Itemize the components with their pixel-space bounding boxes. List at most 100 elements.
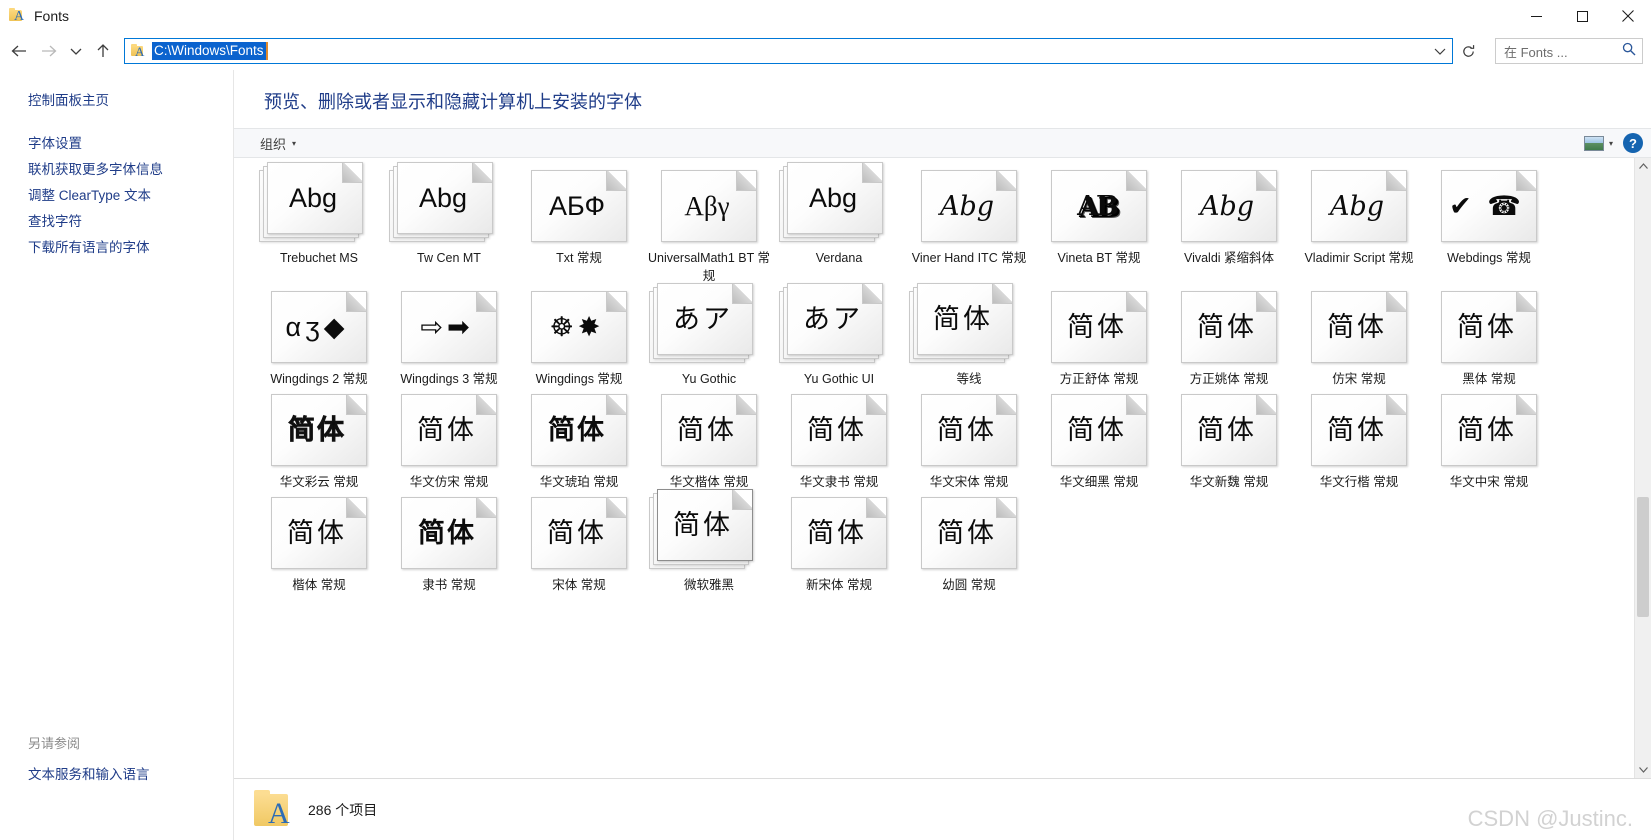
font-tile[interactable]: AB Vineta BT 常规 (1034, 164, 1164, 285)
address-path-text[interactable]: C:\Windows\Fonts (152, 42, 268, 60)
font-tile[interactable]: あア Yu Gothic (644, 283, 774, 388)
font-tile[interactable]: 简体 华文宋体 常规 (904, 388, 1034, 491)
font-tile[interactable]: 简体 新宋体 常规 (774, 491, 904, 594)
help-button[interactable]: ? (1623, 133, 1643, 153)
font-tile[interactable]: ✔ ☎ Webdings 常规 (1424, 164, 1554, 285)
font-sheet: 简体 (921, 497, 1017, 569)
font-tile[interactable]: Abg Trebuchet MS (254, 162, 384, 285)
font-tile[interactable]: Abg Vivaldi 紧缩斜体 (1164, 164, 1294, 285)
font-tile[interactable]: 简体 华文琥珀 常规 (514, 388, 644, 491)
font-preview-glyph: 简体 (1197, 414, 1257, 446)
change-view-button[interactable] (1581, 132, 1607, 154)
font-name-label: Vivaldi 紧缩斜体 (1183, 251, 1275, 265)
minimize-button[interactable] (1513, 0, 1559, 32)
font-sheet: 简体 (401, 394, 497, 466)
refresh-button[interactable] (1455, 38, 1481, 64)
view-chevron-down-icon[interactable]: ▾ (1609, 139, 1613, 148)
font-sheet: 简体 (791, 497, 887, 569)
font-preview-glyph: あア (803, 303, 863, 335)
font-tile[interactable]: Abg Viner Hand ITC 常规 (904, 164, 1034, 285)
font-sheet: 简体 (1441, 394, 1537, 466)
item-count-text: 286 个项目 (308, 801, 378, 818)
font-tile[interactable]: ☸✸ Wingdings 常规 (514, 285, 644, 388)
sidebar-item-adjust-cleartype-text[interactable]: 调整 ClearType 文本 (0, 183, 233, 209)
sidebar-item-font-settings[interactable]: 字体设置 (0, 131, 233, 157)
page-title: 预览、删除或者显示和隐藏计算机上安装的字体 (264, 92, 642, 112)
sidebar-item-get-more-fonts-online[interactable]: 联机获取更多字体信息 (0, 157, 233, 183)
font-sheet: 简体 (791, 394, 887, 466)
up-button[interactable] (88, 36, 118, 66)
scroll-down-arrow-icon[interactable] (1635, 761, 1651, 778)
sidebar-item-text-services-input-languages[interactable]: 文本服务和输入语言 (0, 762, 233, 788)
font-name-label: Trebuchet MS (279, 251, 359, 265)
font-sheet: 简体 (1311, 291, 1407, 363)
font-grid-row: 简体 楷体 常规 简体 隶书 常规 简体 宋体 常规 简体 微软雅黑 简体 新宋体 常规 简体 幼圆 … (254, 489, 1634, 594)
font-sheet-icon: ☸✸ (531, 291, 627, 363)
font-tile[interactable]: 简体 方正姚体 常规 (1164, 285, 1294, 388)
font-tile[interactable]: 简体 仿宋 常规 (1294, 285, 1424, 388)
font-tile[interactable]: Abg Verdana (774, 162, 904, 285)
font-tile[interactable]: АБФ Txt 常规 (514, 164, 644, 285)
search-input[interactable]: 在 Fonts ... (1495, 38, 1643, 64)
font-tile[interactable]: Αβγ UniversalMath1 BT 常规 (644, 164, 774, 285)
vertical-scrollbar[interactable] (1634, 158, 1651, 778)
font-tile[interactable]: 简体 隶书 常规 (384, 491, 514, 594)
font-tile[interactable]: 简体 华文中宋 常规 (1424, 388, 1554, 491)
scroll-up-arrow-icon[interactable] (1635, 158, 1651, 175)
font-sheet: 简体 (1181, 394, 1277, 466)
font-preview-glyph: Abg (418, 182, 468, 213)
font-tile[interactable]: 简体 黑体 常规 (1424, 285, 1554, 388)
forward-button[interactable] (34, 36, 64, 66)
font-name-label: Wingdings 常规 (535, 372, 623, 386)
scrollbar-track[interactable] (1635, 175, 1651, 761)
font-tile[interactable]: 简体 方正舒体 常规 (1034, 285, 1164, 388)
font-name-label: 华文中宋 常规 (1449, 475, 1529, 489)
font-sheet-icon: 简体 (1441, 394, 1537, 466)
font-tile[interactable]: 简体 宋体 常规 (514, 491, 644, 594)
search-icon[interactable] (1622, 42, 1636, 61)
font-tile[interactable]: 简体 华文隶书 常规 (774, 388, 904, 491)
font-tile[interactable]: αʒ◆ Wingdings 2 常规 (254, 285, 384, 388)
font-tile[interactable]: Abg Tw Cen MT (384, 162, 514, 285)
font-tile[interactable]: 简体 幼圆 常规 (904, 491, 1034, 594)
font-name-label: 等线 (956, 372, 982, 386)
font-name-label: 华文仿宋 常规 (409, 475, 489, 489)
font-sheet: あア (787, 283, 883, 355)
scrollbar-thumb[interactable] (1637, 497, 1649, 618)
font-sheet-icon: ⇨➡ (401, 291, 497, 363)
font-preview-glyph: 简体 (1067, 311, 1127, 343)
font-tile[interactable]: 简体 楷体 常规 (254, 491, 384, 594)
font-tile[interactable]: 简体 华文彩云 常规 (254, 388, 384, 491)
font-tile[interactable]: 简体 华文新魏 常规 (1164, 388, 1294, 491)
address-input[interactable]: A C:\Windows\Fonts (124, 38, 1453, 64)
font-tile[interactable]: 简体 微软雅黑 (644, 489, 774, 594)
font-name-label: Vladimir Script 常规 (1304, 251, 1414, 265)
recent-locations-button[interactable] (64, 36, 88, 66)
close-button[interactable] (1605, 0, 1651, 32)
font-sheet-stack-icon: 简体 (649, 489, 761, 569)
font-tile[interactable]: あア Yu Gothic UI (774, 283, 904, 388)
font-preview-area: 简体 (779, 497, 899, 569)
sidebar-item-control-panel-home[interactable]: 控制面板主页 (0, 88, 233, 114)
font-tile[interactable]: 简体 华文细黑 常规 (1034, 388, 1164, 491)
organize-button[interactable]: 组织 ▾ (252, 132, 304, 155)
font-name-label: 华文彩云 常规 (279, 475, 359, 489)
font-preview-glyph: 简体 (673, 509, 733, 541)
font-tile[interactable]: Abg Vladimir Script 常规 (1294, 164, 1424, 285)
font-tile[interactable]: 简体 等线 (904, 283, 1034, 388)
font-name-label: 华文宋体 常规 (929, 475, 1009, 489)
font-tile[interactable]: 简体 华文行楷 常规 (1294, 388, 1424, 491)
font-preview-glyph: Abg (1329, 190, 1385, 222)
font-preview-glyph: AB (1077, 190, 1119, 222)
font-name-label: 华文琥珀 常规 (539, 475, 619, 489)
back-button[interactable] (4, 36, 34, 66)
sidebar-item-find-character[interactable]: 查找字符 (0, 209, 233, 235)
font-sheet: Αβγ (661, 170, 757, 242)
sidebar-item-download-fonts-all-languages[interactable]: 下载所有语言的字体 (0, 235, 233, 261)
font-preview-area: 简体 (909, 394, 1029, 466)
font-tile[interactable]: ⇨➡ Wingdings 3 常规 (384, 285, 514, 388)
maximize-button[interactable] (1559, 0, 1605, 32)
font-tile[interactable]: 简体 华文楷体 常规 (644, 388, 774, 491)
address-dropdown-icon[interactable] (1434, 39, 1446, 63)
font-tile[interactable]: 简体 华文仿宋 常规 (384, 388, 514, 491)
